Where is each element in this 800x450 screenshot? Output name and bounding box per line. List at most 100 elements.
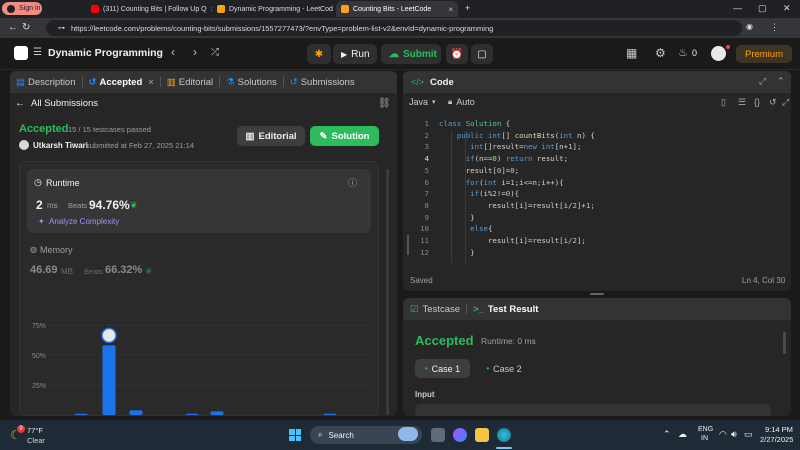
menu-icon[interactable]: ⋮ <box>770 22 779 33</box>
reload-icon[interactable]: ↻ <box>22 22 30 33</box>
tab-label: Solutions <box>237 76 277 88</box>
runtime-bar[interactable] <box>129 410 143 415</box>
chevron-down-icon: ▾ <box>432 99 436 106</box>
fullscreen-icon[interactable]: ⤢ <box>782 97 789 108</box>
scrollbar[interactable] <box>783 332 786 354</box>
premium-button[interactable]: Premium <box>736 45 792 63</box>
browser-tab-counting-bits[interactable]: Counting Bits - LeetCode × <box>336 1 458 17</box>
alarm-icon: ⏰ <box>450 48 464 60</box>
submitter-name[interactable]: Utkarsh Tiwari <box>33 141 88 150</box>
runtime-bar[interactable] <box>102 345 116 415</box>
volume-icon[interactable]: 🔊︎ <box>731 429 737 440</box>
share-link-icon[interactable]: ⛓ <box>378 98 391 109</box>
browser-tab-dp[interactable]: Dynamic Programming - LeetCod × <box>212 1 336 17</box>
memory-card[interactable]: ◍ Memory 46.69 MB Beats 66.32% ❦ <box>27 240 371 290</box>
code-editor[interactable]: 1 class Solution {2 public int[] countBit… <box>403 119 791 263</box>
clock-date[interactable]: 2/27/2025 <box>760 435 793 444</box>
copilot-icon[interactable] <box>453 428 467 442</box>
task-view-icon[interactable] <box>431 428 445 442</box>
new-tab-icon[interactable]: + <box>465 3 470 13</box>
debug-button[interactable]: ✱ <box>307 44 331 64</box>
case-1-tab[interactable]: • Case 1 <box>415 359 470 378</box>
tab-submissions[interactable]: ↺ Submissions <box>284 77 361 88</box>
shuffle-icon[interactable]: ⤮ <box>211 47 219 58</box>
reset-icon[interactable]: ↺ <box>769 97 777 108</box>
browser-tab-signin[interactable]: Sign in <box>2 2 42 15</box>
close-icon[interactable]: × <box>448 5 453 14</box>
auto-mode-select[interactable]: 🔒︎ Auto <box>448 97 475 107</box>
settings-icon[interactable]: ⚙ <box>655 46 666 60</box>
close-icon[interactable]: × <box>148 77 154 88</box>
tab-solutions[interactable]: ⚗ Solutions <box>220 77 283 88</box>
case-2-tab[interactable]: • Case 2 <box>479 359 529 378</box>
all-submissions-link[interactable]: ← All Submissions <box>15 98 98 109</box>
language-indicator[interactable]: ENG <box>698 426 713 433</box>
layout-icon[interactable]: ▦ <box>626 46 637 60</box>
next-problem-icon[interactable]: › <box>193 45 197 59</box>
submit-button[interactable]: ☁ Submit <box>381 44 441 64</box>
line-number: 9 <box>424 212 429 222</box>
tab-editorial[interactable]: ▥ Editorial <box>161 77 219 88</box>
tab-description[interactable]: ▤ Description <box>10 77 82 88</box>
runtime-bar[interactable] <box>74 413 88 415</box>
weather-badge: 9 <box>17 425 25 433</box>
submission-status: Accepted <box>19 123 69 135</box>
start-button[interactable] <box>289 429 301 441</box>
notes-button[interactable]: ▢ <box>471 44 493 64</box>
site-info-icon[interactable]: ⊶ <box>58 24 65 32</box>
battery-icon[interactable]: ▭ <box>744 429 753 440</box>
maximize-icon[interactable]: ⤢ <box>759 76 766 87</box>
analyze-complexity-link[interactable]: Analyze Complexity <box>49 217 119 226</box>
browser-tab-youtube[interactable]: (311) Counting Bits | Follow Up Q × <box>86 1 212 17</box>
edge-browser-icon[interactable] <box>497 428 511 442</box>
resize-handle[interactable] <box>590 293 604 295</box>
runtime-bar[interactable] <box>185 413 199 415</box>
chevron-up-icon[interactable]: ⌃ <box>663 429 671 440</box>
braces-icon[interactable]: {} <box>754 97 760 107</box>
runtime-card[interactable]: ◷ Runtime ⓘ 2 ms Beats 94.76% ❦ ✦ Analyz… <box>27 169 371 233</box>
info-icon[interactable]: ⓘ <box>348 176 357 189</box>
profile-icon[interactable]: ◉ <box>746 22 753 31</box>
widget-art-icon[interactable] <box>398 427 418 441</box>
cloud-icon[interactable]: ☁ <box>678 429 687 440</box>
file-explorer-icon[interactable] <box>475 428 489 442</box>
collapse-icon[interactable]: ⌃ <box>777 76 785 87</box>
fire-icon[interactable]: ♨ <box>678 46 688 59</box>
memory-icon: ◍ <box>30 245 37 254</box>
window-close-icon[interactable]: ✕ <box>783 3 791 14</box>
scrollbar[interactable] <box>407 235 409 255</box>
language-select[interactable]: Java ▾ <box>409 97 436 107</box>
indent-guide <box>451 131 452 263</box>
back-icon[interactable]: ← <box>8 22 18 33</box>
leaf-icon: ❦ <box>130 200 138 210</box>
prev-problem-icon[interactable]: ‹ <box>171 45 175 59</box>
maximize-icon[interactable]: ▢ <box>758 3 767 14</box>
your-submission-avatar-marker[interactable] <box>101 327 117 344</box>
solution-button[interactable]: ✎ Solution <box>310 126 379 146</box>
scrollbar[interactable] <box>386 169 389 415</box>
problem-list-icon[interactable]: ☰ <box>33 47 42 58</box>
leetcode-logo[interactable] <box>14 46 28 60</box>
url-field[interactable]: ⊶ https://leetcode.com/problems/counting… <box>46 20 742 36</box>
runtime-bar[interactable] <box>323 413 337 415</box>
runtime-bar[interactable] <box>210 411 224 415</box>
clock-time[interactable]: 9:14 PM <box>765 425 793 434</box>
run-button[interactable]: ▶ Run <box>333 44 377 64</box>
minimize-icon[interactable]: — <box>733 3 742 13</box>
search-label: Search <box>328 430 354 440</box>
format-icon[interactable]: ☰ <box>738 97 746 108</box>
wifi-icon[interactable]: ◠ <box>719 429 727 440</box>
input-box[interactable] <box>415 404 771 416</box>
url-text: https://leetcode.com/problems/counting-b… <box>71 23 494 33</box>
timer-button[interactable]: ⏰ <box>446 44 468 64</box>
tab-testcase[interactable]: ☑ Testcase <box>410 304 460 315</box>
start-tile <box>295 429 301 435</box>
bookmark-icon[interactable]: ▯ <box>721 97 726 108</box>
tab-accepted[interactable]: ↺ Accepted × <box>83 77 160 88</box>
tab-test-result[interactable]: >_ Test Result <box>473 304 538 315</box>
problem-list-title[interactable]: Dynamic Programming <box>48 47 163 59</box>
runtime-value: 2 <box>36 198 43 212</box>
editorial-button[interactable]: ▥ Editorial <box>237 126 305 146</box>
profile-icon <box>7 4 15 13</box>
avatar[interactable] <box>711 46 726 61</box>
